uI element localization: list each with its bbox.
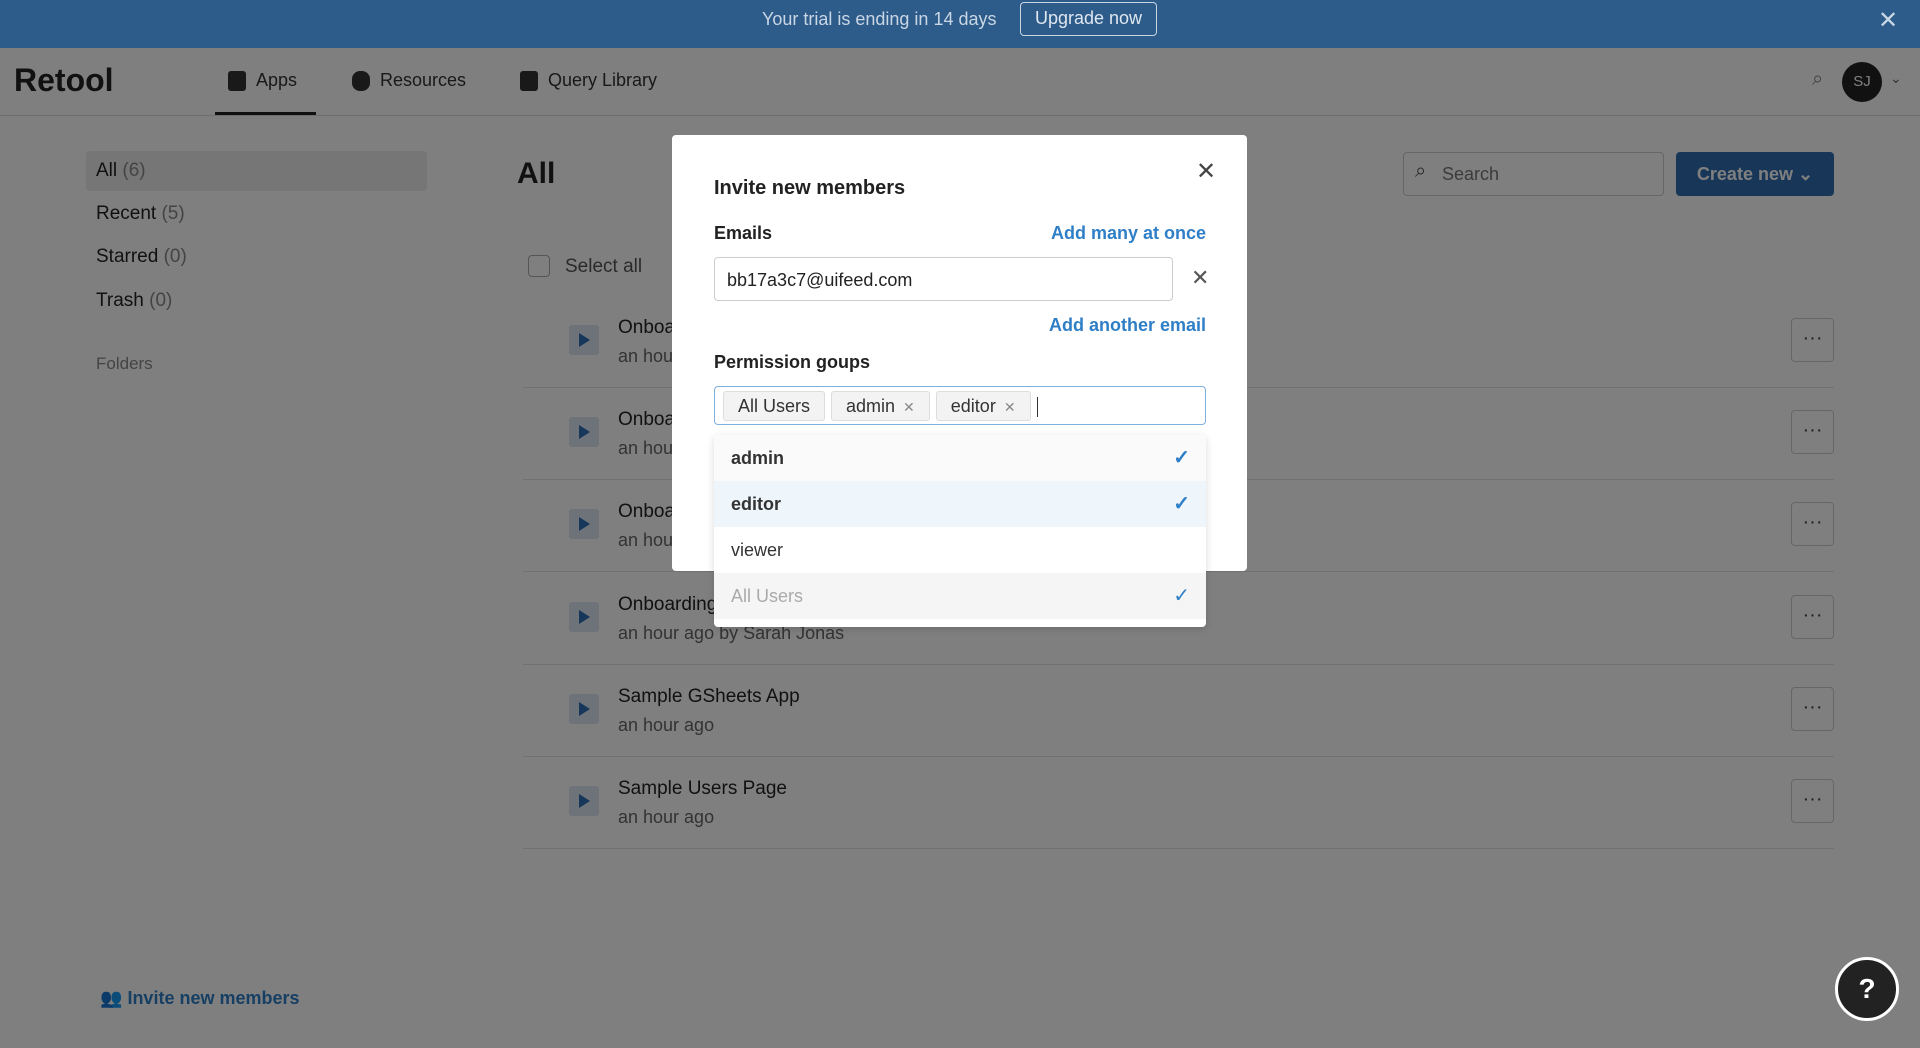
dropdown-option[interactable]: editor ✓	[714, 481, 1206, 527]
text-cursor	[1036, 397, 1039, 418]
permission-groups-label: Permission goups	[714, 352, 871, 372]
add-another-email-link[interactable]: Add another email	[1049, 315, 1206, 336]
tag-all-users: All Users	[723, 391, 826, 421]
tag-admin: admin ✕	[831, 391, 930, 421]
dropdown-option[interactable]: admin ✓	[714, 435, 1206, 481]
trial-banner: Your trial is ending in 14 days Upgrade …	[0, 0, 1920, 48]
permission-dropdown: admin ✓ editor ✓ viewer All Users ✓	[714, 435, 1206, 627]
email-field[interactable]: bb17a3c7@uifeed.com	[714, 257, 1173, 301]
upgrade-button[interactable]: Upgrade now	[1020, 2, 1157, 36]
check-icon: ✓	[1173, 447, 1190, 469]
check-icon: ✓	[1173, 585, 1190, 607]
remove-tag-icon[interactable]: ✕	[1004, 399, 1016, 415]
dropdown-option[interactable]: viewer	[714, 527, 1206, 573]
emails-label: Emails	[714, 223, 773, 243]
permission-groups-input[interactable]: All Users admin ✕ editor ✕	[714, 386, 1206, 425]
tag-editor: editor ✕	[935, 391, 1031, 421]
close-banner-icon[interactable]: ✕	[1878, 6, 1898, 35]
help-button[interactable]: ?	[1835, 957, 1899, 1021]
remove-email-icon[interactable]: ✕	[1191, 265, 1209, 291]
remove-tag-icon[interactable]: ✕	[903, 399, 915, 415]
close-icon[interactable]: ✕	[1196, 157, 1216, 186]
dropdown-option[interactable]: All Users ✓	[714, 573, 1206, 619]
trial-message: Your trial is ending in 14 days	[762, 9, 997, 29]
modal-title: Invite new members	[714, 177, 906, 199]
check-icon: ✓	[1173, 493, 1190, 515]
add-many-link[interactable]: Add many at once	[1051, 223, 1206, 244]
